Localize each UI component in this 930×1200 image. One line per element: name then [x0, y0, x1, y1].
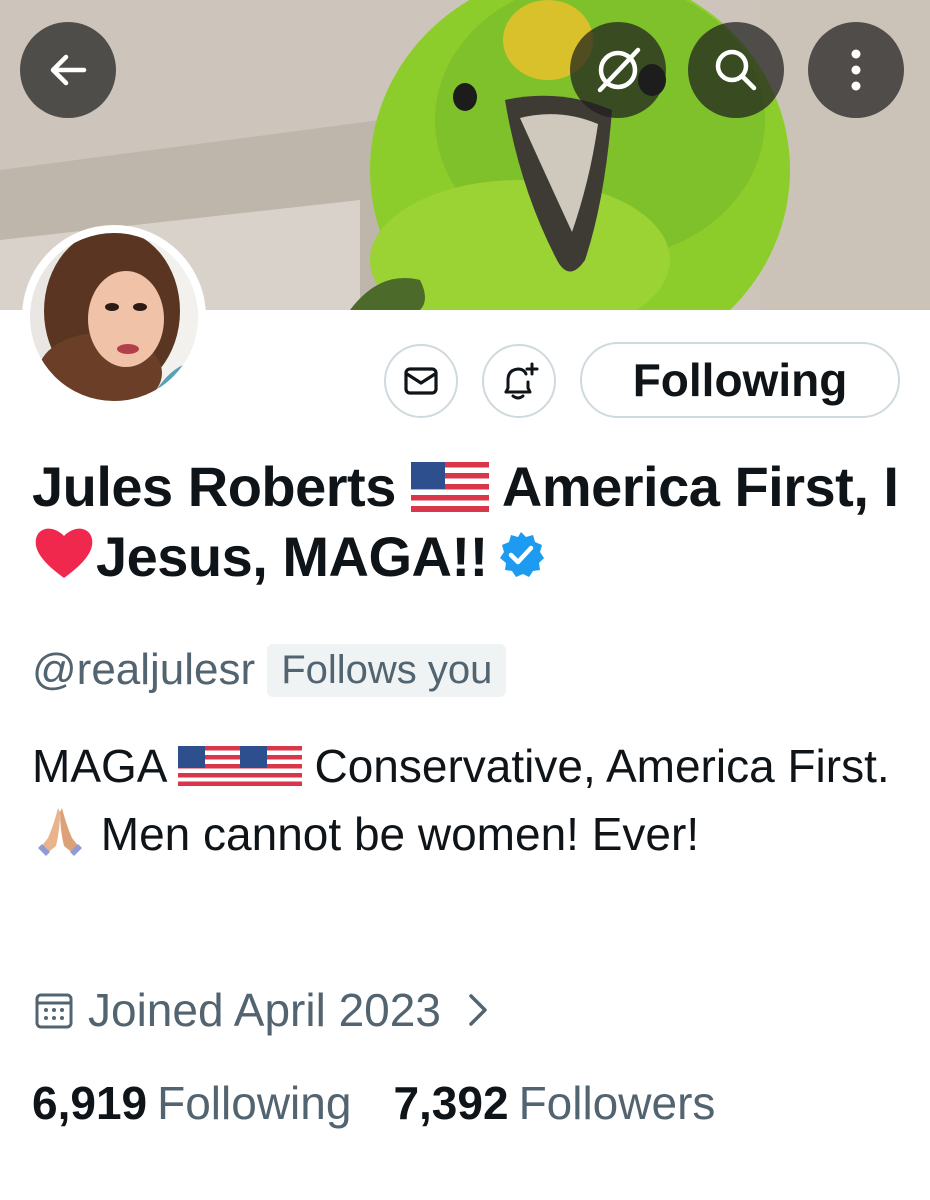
follow-stats: 6,919 Following 7,392 Followers: [32, 1076, 715, 1140]
handle: @realjulesr: [32, 645, 256, 694]
followers-count: 7,392: [393, 1077, 509, 1129]
bio-text: Men cannot be women! Ever!: [88, 808, 700, 860]
more-button[interactable]: [808, 22, 904, 118]
us-flag-icon: [239, 746, 302, 786]
bio-text: Conservative, America First.: [301, 740, 890, 792]
joined-date: Joined April 2023: [88, 984, 441, 1036]
chevron-right-icon: [469, 994, 487, 1026]
following-label: Following: [157, 1077, 352, 1129]
follows-you-badge: Follows you: [267, 643, 507, 697]
display-name-text: Jules Roberts: [32, 455, 411, 518]
grok-icon: [597, 47, 641, 93]
following-stat[interactable]: 6,919 Following: [32, 1076, 351, 1130]
back-button[interactable]: [20, 22, 116, 118]
us-flag-icon: [410, 462, 489, 512]
display-name-text: Jesus, MAGA!!: [96, 525, 488, 588]
bio: MAGA Conservative, America First. Men ca…: [32, 732, 912, 868]
message-button[interactable]: [384, 344, 458, 418]
envelope-icon: [404, 367, 438, 395]
avatar-image: [30, 233, 198, 401]
grok-button[interactable]: [570, 22, 666, 118]
notify-button[interactable]: [482, 344, 556, 418]
red-heart-icon: [35, 528, 93, 578]
display-name: Jules Roberts America First, I Jesus, MA…: [32, 452, 912, 592]
bell-plus-icon: [504, 362, 539, 400]
followers-label: Followers: [518, 1077, 716, 1129]
followers-stat[interactable]: 7,392 Followers: [393, 1076, 715, 1130]
joined-date-row[interactable]: Joined April 2023: [34, 980, 489, 1040]
folded-hands-icon: [38, 808, 82, 856]
us-flag-icon: [177, 746, 240, 786]
search-icon: [715, 49, 757, 91]
following-count: 6,919: [32, 1077, 148, 1129]
arrow-left-icon: [50, 54, 87, 86]
handle-row: @realjulesr Follows you: [32, 640, 507, 700]
following-button[interactable]: Following: [580, 342, 900, 418]
bio-text: MAGA: [32, 740, 178, 792]
display-name-text: America First, I: [488, 455, 899, 518]
calendar-icon: [35, 993, 73, 1029]
avatar[interactable]: [22, 225, 206, 409]
more-vertical-icon: [851, 49, 861, 91]
search-button[interactable]: [688, 22, 784, 118]
verified-badge-icon: [499, 532, 544, 577]
